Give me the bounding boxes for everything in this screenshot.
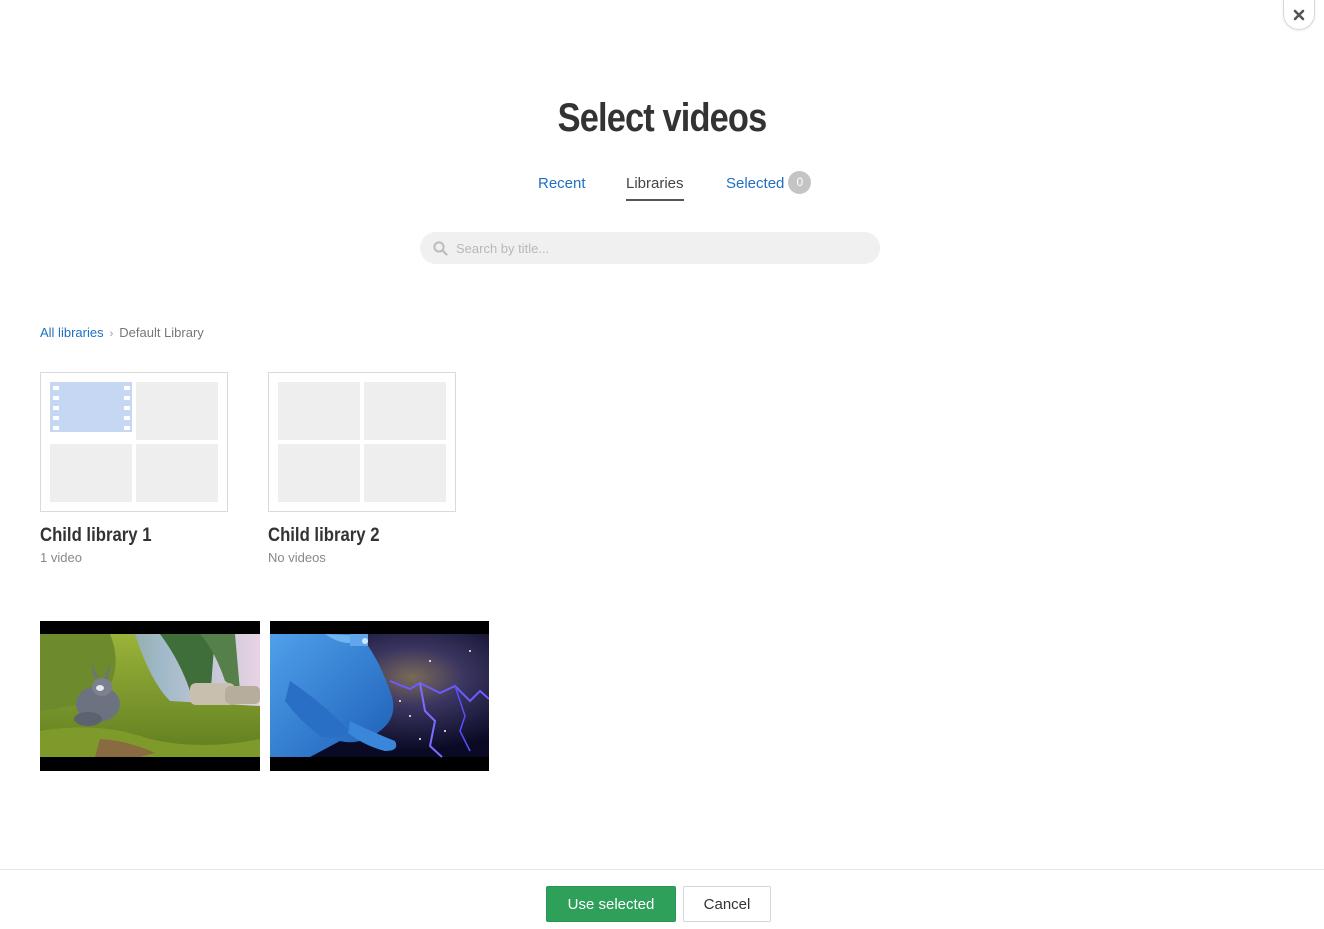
library-name: Child library 1 (40, 525, 152, 546)
placeholder-tile (364, 444, 446, 502)
library-card-child-1[interactable]: Child library 1 1 video (40, 372, 228, 568)
video-thumbnail-image (40, 621, 260, 771)
video-thumbnail-forest[interactable] (40, 621, 260, 771)
video-thumbnail-image (270, 621, 489, 771)
page-title: Select videos (557, 96, 768, 140)
breadcrumb-current: Default Library (119, 325, 204, 340)
video-thumbnail-lightning[interactable] (270, 621, 489, 771)
library-name: Child library 2 (268, 525, 380, 546)
library-video-count: 1 video (40, 550, 82, 565)
tab-bar: Recent Libraries Selected 0 (0, 170, 1324, 204)
tab-selected[interactable]: Selected 0 (726, 170, 812, 202)
selected-count-badge: 0 (788, 170, 812, 194)
video-film-icon (50, 382, 132, 440)
library-thumbnail (40, 372, 228, 512)
library-thumbnail (268, 372, 456, 512)
placeholder-tile (136, 382, 218, 440)
close-button[interactable] (1283, 0, 1315, 30)
search-icon (433, 240, 448, 256)
placeholder-tile (136, 444, 218, 502)
chevron-right-icon: › (109, 328, 114, 340)
library-card-child-2[interactable]: Child library 2 No videos (268, 372, 456, 568)
breadcrumb: All libraries › Default Library (40, 324, 204, 343)
dialog-footer: Use selected Cancel (0, 869, 1324, 929)
search-input[interactable] (454, 234, 864, 262)
tab-libraries[interactable]: Libraries (626, 172, 684, 201)
placeholder-tile (50, 444, 132, 502)
search-box (420, 232, 880, 264)
use-selected-button[interactable]: Use selected (546, 886, 676, 922)
placeholder-tile (364, 382, 446, 440)
tab-selected-label: Selected (726, 175, 785, 192)
placeholder-tile (278, 382, 360, 440)
placeholder-tile (278, 444, 360, 502)
library-video-count: No videos (268, 550, 326, 565)
close-icon (1293, 9, 1305, 20)
tab-recent[interactable]: Recent (538, 172, 586, 202)
breadcrumb-all-libraries[interactable]: All libraries (40, 325, 104, 340)
cancel-button[interactable]: Cancel (683, 886, 771, 922)
